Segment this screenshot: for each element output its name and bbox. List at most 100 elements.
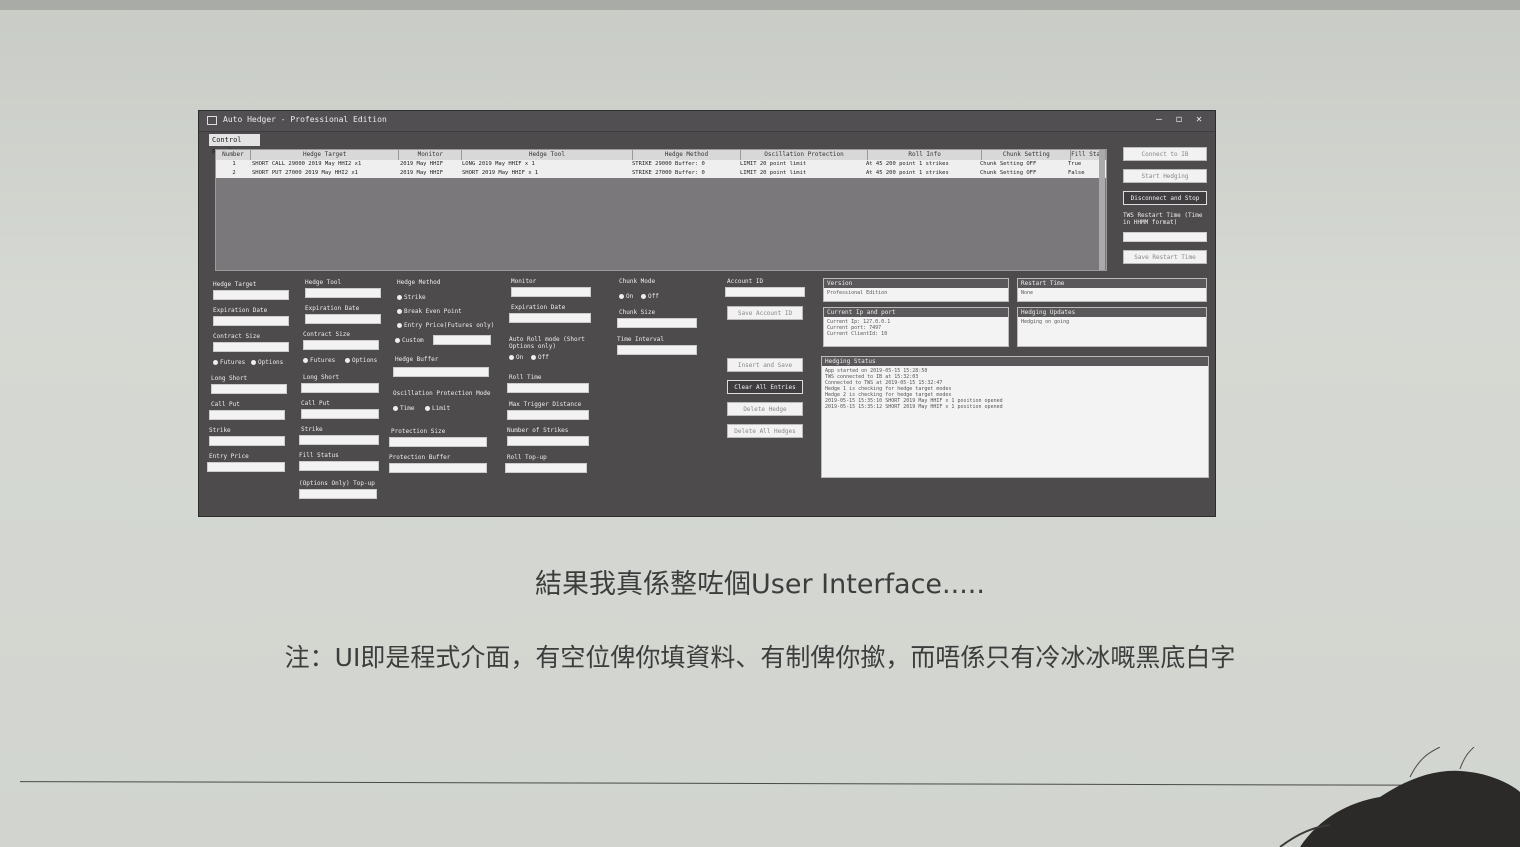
col-header[interactable]: Chunk Setting [982, 150, 1072, 160]
max-trigger-input[interactable] [507, 410, 589, 420]
cell: False [1068, 170, 1085, 176]
current-ip-box: Current Ip and port Current Ip: 127.0.0.… [823, 307, 1009, 347]
tool-call-put-input[interactable] [301, 409, 379, 419]
save-restart-button[interactable]: Save Restart Time [1123, 250, 1207, 264]
field-label: Expiration Date [511, 304, 566, 311]
restart-time-input[interactable] [1123, 232, 1207, 242]
top-up-input[interactable] [299, 489, 377, 499]
version-text: Professional Edition [827, 290, 888, 296]
connect-button[interactable]: Connect to IB [1123, 147, 1207, 161]
time-radio[interactable]: Time [393, 405, 414, 412]
fill-status-input[interactable] [299, 461, 379, 471]
tool-futures-radio[interactable]: Futures [303, 357, 335, 364]
disconnect-button[interactable]: Disconnect and Stop [1123, 191, 1207, 205]
col-header[interactable]: Hedge Tool [462, 150, 633, 160]
field-label: Chunk Size [619, 309, 656, 316]
roll-top-up-input[interactable] [505, 463, 587, 473]
tool-options-radio[interactable]: Options [345, 357, 377, 364]
custom-input[interactable] [433, 335, 491, 345]
tab-control-panel[interactable]: Control Panel [209, 134, 260, 156]
maximize-icon[interactable]: ◻ [1171, 113, 1187, 127]
col-header[interactable]: Number [216, 150, 251, 160]
account-id-input[interactable] [725, 287, 805, 297]
field-label: Long Short [303, 374, 340, 381]
hedge-tool-input[interactable] [305, 288, 381, 298]
chunk-on-radio[interactable]: On [619, 293, 633, 300]
field-label: Account ID [727, 278, 764, 285]
tool-strike-input[interactable] [299, 435, 379, 445]
col-header[interactable]: Monitor [399, 150, 463, 160]
field-label: Hedge Buffer [395, 356, 439, 363]
tool-expiration-input[interactable] [305, 314, 381, 324]
delete-hedge-button[interactable]: Delete Hedge [727, 402, 803, 416]
monitor-expiration-input[interactable] [509, 313, 591, 323]
field-label: Max Trigger Distance [509, 401, 582, 408]
save-account-button[interactable]: Save Account ID [727, 306, 803, 320]
protection-buffer-input[interactable] [389, 463, 487, 473]
field-label: Call Put [301, 400, 330, 407]
futures-radio[interactable]: Futures [213, 359, 245, 366]
tool-contract-size-input[interactable] [303, 340, 379, 350]
roll-off-radio[interactable]: Off [531, 354, 549, 361]
audience-head-silhouette [1279, 747, 1520, 847]
chunk-off-radio[interactable]: Off [641, 293, 659, 300]
start-hedging-button[interactable]: Start Hedging [1123, 169, 1207, 183]
roll-on-radio[interactable]: On [509, 354, 523, 361]
cell: 1 [232, 161, 236, 167]
hedge-grid[interactable]: Number Hedge Target Monitor Hedge Tool H… [215, 149, 1107, 271]
field-label: Fill Status [299, 452, 339, 459]
hedging-status-box[interactable]: Hedging Status App started on 2019-05-15… [821, 356, 1209, 478]
field-label: Monitor [511, 278, 537, 285]
table-row[interactable]: 2 SHORT PUT 27000 2019 May HHI2 x1 2019 … [216, 169, 1106, 178]
expiration-date-input[interactable] [213, 316, 289, 326]
entry-price-input[interactable] [207, 462, 285, 472]
long-short-input[interactable] [211, 384, 287, 394]
strike-radio[interactable]: Strike [397, 294, 426, 301]
cell: At 45 200 point 1 strikes [866, 161, 949, 167]
box-title: Current Ip and port [824, 308, 1008, 317]
strike-input[interactable] [209, 436, 285, 446]
field-label: Strike [301, 426, 323, 433]
limit-radio[interactable]: Limit [425, 405, 450, 412]
hedge-target-input[interactable] [213, 290, 289, 300]
custom-radio[interactable]: Custom [395, 337, 424, 344]
slide-caption: 結果我真係整咗個User Interface..... [535, 569, 985, 600]
delete-all-button[interactable]: Delete All Hedges [727, 424, 803, 438]
col-header[interactable]: Hedge Method [633, 150, 742, 160]
chunk-size-input[interactable] [617, 318, 697, 328]
screen-top-edge [0, 0, 1520, 10]
field-label: Hedge Method [397, 279, 441, 286]
monitor-input[interactable] [511, 287, 591, 297]
field-label: Number of Strikes [507, 427, 569, 434]
entry-price-radio[interactable]: Entry Price(Futures only) [397, 322, 494, 329]
cell: SHORT CALL 29000 2019 May HHI2 x1 [252, 161, 362, 167]
options-radio[interactable]: Options [251, 359, 283, 366]
hedging-status-log: App started on 2019-05-15 15:28:50 TWS c… [825, 368, 1003, 410]
table-row[interactable]: 1 SHORT CALL 29000 2019 May HHI2 x1 2019… [216, 160, 1106, 169]
col-header[interactable]: Roll Info [868, 150, 983, 160]
field-label: (Options Only) Top-up [299, 480, 375, 487]
call-put-input[interactable] [209, 410, 285, 420]
col-header[interactable]: Oscillation Protection [741, 150, 868, 160]
strikes-count-input[interactable] [507, 436, 589, 446]
protection-size-input[interactable] [389, 437, 487, 447]
hedge-buffer-input[interactable] [393, 367, 489, 377]
tool-long-short-input[interactable] [301, 383, 379, 393]
field-label: Roll Top-up [507, 454, 547, 461]
time-interval-input[interactable] [617, 345, 697, 355]
break-even-radio[interactable]: Break Even Point [397, 308, 462, 315]
minimize-icon[interactable]: — [1151, 113, 1167, 127]
insert-save-button[interactable]: Insert and Save [727, 358, 803, 372]
cell: At 45 200 point 1 strikes [866, 170, 949, 176]
app-window: Auto Hedger - Professional Edition — ◻ ✕… [198, 110, 1216, 517]
clear-all-button[interactable]: Clear All Entries [727, 380, 803, 394]
col-header[interactable]: Hedge Target [251, 150, 400, 160]
field-label: Hedge Target [213, 281, 257, 288]
cell: SHORT PUT 27000 2019 May HHI2 x1 [252, 170, 358, 176]
restart-time-label: TWS Restart Time (Time in HHMM format) [1123, 212, 1203, 226]
cell: 2019 May HHIF [400, 170, 444, 176]
grid-scrollbar[interactable] [1099, 150, 1105, 270]
roll-time-input[interactable] [507, 383, 589, 393]
close-icon[interactable]: ✕ [1191, 113, 1207, 127]
contract-size-input[interactable] [213, 342, 289, 352]
